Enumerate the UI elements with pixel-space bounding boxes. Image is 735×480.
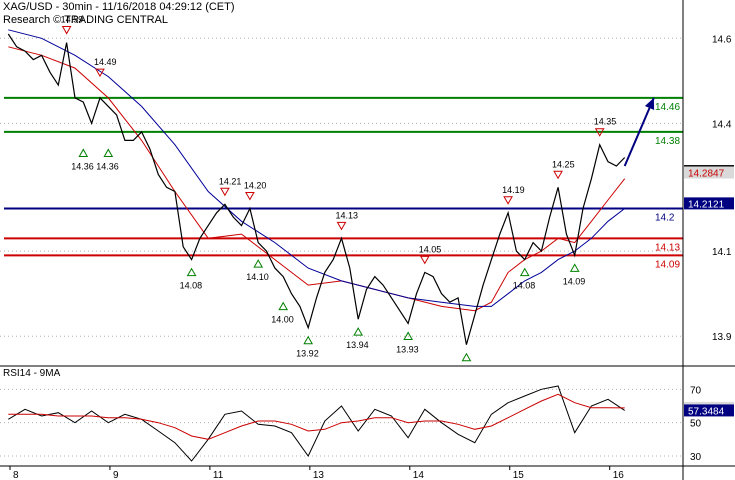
y-tick-label: 14.4	[712, 119, 732, 130]
swing-low-label: 14.09	[563, 276, 586, 286]
swing-high-label: 14.05	[419, 244, 442, 254]
swing-low-marker	[78, 148, 89, 157]
swing-low-label: 13.94	[346, 340, 369, 350]
swing-high-marker	[336, 221, 347, 231]
swing-high-marker	[220, 187, 230, 197]
rsi-tick-label: 70	[690, 385, 702, 396]
level-label: 14.09	[655, 259, 680, 270]
price-tag: 14.2121	[688, 199, 725, 210]
swing-high-label: 14.19	[502, 185, 525, 195]
price-tag: 14.2847	[688, 168, 725, 179]
swing-high-marker	[245, 192, 255, 201]
swing-low-label: 14.08	[513, 281, 536, 291]
swing-low-marker	[103, 148, 114, 157]
rsi-panel	[8, 385, 625, 462]
swing-high-label: 14.20	[244, 181, 267, 191]
price-series	[7, 29, 655, 345]
swing-high-label: 14.13	[336, 210, 359, 220]
price-line	[7, 33, 626, 345]
swing-high-label: 14.59	[61, 15, 84, 25]
y-tick-label: 14.1	[712, 247, 732, 258]
level-label: 14.2	[655, 213, 675, 224]
x-date-label: 8	[13, 470, 19, 480]
level-label: 14.13	[655, 242, 680, 253]
swing-low-label: 13.92	[296, 349, 319, 359]
swing-high-marker	[419, 255, 430, 265]
swing-high-marker	[503, 196, 513, 205]
price-tags: 14.28814.284714.212158.865957.3484	[684, 165, 734, 417]
y-tick-label: 13.9	[712, 332, 732, 343]
swing-low-label: 14.36	[71, 161, 94, 171]
rsi-line	[8, 385, 625, 462]
x-date-label: 15	[513, 470, 525, 480]
x-date-label: 9	[113, 470, 119, 480]
swing-high-label: 14.49	[94, 57, 117, 67]
swing-low-marker	[278, 301, 289, 311]
swing-high-marker	[61, 26, 72, 35]
swing-low-label: 14.00	[271, 315, 294, 325]
rsi-tick-label: 30	[690, 452, 702, 463]
swing-low-marker	[253, 259, 264, 268]
rsi-tick-label: 50	[690, 419, 702, 430]
swing-low-label: 14.36	[96, 161, 119, 171]
x-date-label: 16	[613, 470, 625, 480]
y-tick-label: 14.6	[712, 34, 732, 45]
swing-markers: 14.59 14.49 14.21 14.20 14.13 14.05 14.19 14.25…	[61, 15, 617, 362]
swing-low-marker	[569, 263, 580, 272]
rsi-ma-line	[8, 393, 625, 440]
axes: 13.9 14.1 14.4 14.6 30 50 70 8 9 11 13 14 15 16	[0, 0, 735, 480]
x-date-label: 13	[313, 470, 325, 480]
swing-low-marker	[303, 335, 314, 345]
rsi-tag: 57.3484	[688, 406, 725, 417]
swing-low-marker	[353, 327, 364, 336]
swing-high-label: 14.35	[594, 117, 617, 127]
swing-low-marker	[519, 267, 530, 277]
swing-low-label: 14.10	[246, 272, 269, 282]
x-date-label: 11	[213, 470, 224, 480]
swing-high-label: 14.25	[552, 159, 575, 169]
swing-high-label: 14.21	[219, 176, 242, 186]
swing-low-label: 14.08	[180, 281, 203, 291]
swing-low-marker	[461, 352, 472, 362]
swing-low-label: 13.93	[396, 344, 419, 354]
price-chart: 14.4614.3814.214.1314.09 14.5914.4914.21…	[0, 0, 735, 480]
level-label: 14.46	[655, 102, 680, 113]
x-date-label: 14	[413, 470, 425, 480]
level-label: 14.38	[655, 136, 680, 147]
swing-high-marker	[553, 170, 563, 180]
swing-low-marker	[186, 267, 197, 277]
